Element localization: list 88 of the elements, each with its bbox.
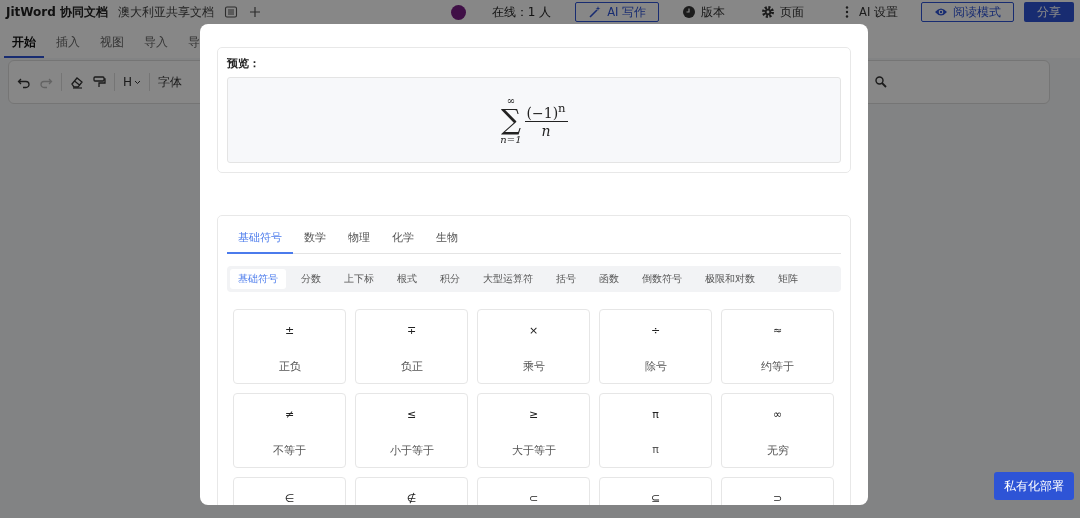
symbol-glyph: ≈	[772, 324, 783, 339]
symbol-glyph: ≠	[284, 408, 295, 423]
symbol-card[interactable]: ÷ 除号	[599, 309, 712, 384]
menu-tab[interactable]: 开始	[4, 35, 44, 58]
symbol-glyph: π	[652, 408, 659, 423]
category-tab[interactable]: 大型运算符	[475, 269, 541, 289]
symbol-glyph: ∓	[406, 324, 417, 339]
header-button[interactable]: 阅读模式	[921, 2, 1014, 22]
symbol-glyph: ∉	[406, 492, 417, 505]
symbol-glyph: ∞	[772, 408, 783, 423]
category-tab[interactable]: 积分	[432, 269, 468, 289]
symbol-label: 小于等于	[389, 443, 434, 458]
caret-icon	[134, 78, 142, 86]
symbol-label: 无穷	[766, 443, 789, 458]
header-button[interactable]: AI 写作	[575, 2, 660, 22]
subject-tab[interactable]: 生物	[425, 224, 469, 254]
header-button[interactable]: 分享	[1024, 2, 1074, 22]
symbol-card[interactable]: ≥ 大于等于	[477, 393, 590, 468]
symbol-card[interactable]: π π	[599, 393, 712, 468]
symbol-label: 除号	[644, 359, 667, 374]
symbol-glyph: ×	[528, 324, 539, 339]
category-tab[interactable]: 基础符号	[230, 269, 286, 289]
symbol-label: 大于等于	[511, 443, 556, 458]
symbol-label: π	[652, 443, 659, 456]
header-button[interactable]: 页面	[748, 2, 818, 22]
category-tab[interactable]: 函数	[591, 269, 627, 289]
category-tab[interactable]: 倒数符号	[634, 269, 690, 289]
clock-icon	[682, 5, 697, 19]
symbol-card[interactable]: ∈	[233, 477, 346, 505]
denominator: n	[541, 122, 551, 140]
subject-tab[interactable]: 数学	[293, 224, 337, 254]
category-tab[interactable]: 分数	[293, 269, 329, 289]
menu-tab[interactable]: 导入	[136, 35, 176, 58]
deploy-button[interactable]: 私有化部署	[994, 472, 1074, 500]
symbol-card[interactable]: ∞ 无穷	[721, 393, 834, 468]
symbol-card[interactable]: ∉	[355, 477, 468, 505]
numerator: (−1)$^{n}$	[524, 100, 568, 123]
wand-icon	[588, 5, 603, 19]
symbol-glyph: ⊂	[528, 492, 539, 505]
document-title[interactable]: 澳大利亚共享文档	[118, 3, 215, 21]
menu-tab[interactable]: 视图	[92, 35, 132, 58]
subject-tab[interactable]: 化学	[381, 224, 425, 254]
lower-limit: n=1	[500, 134, 522, 145]
symbol-label: 不等于	[273, 443, 306, 458]
symbol-card[interactable]: ≤ 小于等于	[355, 393, 468, 468]
category-tab[interactable]: 矩阵	[770, 269, 806, 289]
symbol-glyph: ±	[284, 324, 295, 339]
category-tab[interactable]: 极限和对数	[697, 269, 763, 289]
menu-tab[interactable]: 导	[180, 35, 208, 58]
font-dropdown[interactable]: 字体	[158, 73, 183, 91]
upper-limit: ∞	[506, 95, 516, 106]
symbol-glyph: ⊆	[650, 492, 661, 505]
preview-label: 预览：	[227, 56, 261, 71]
subject-tab[interactable]: 物理	[337, 224, 381, 254]
symbol-card[interactable]: × 乘号	[477, 309, 590, 384]
symbol-card[interactable]: ≠ 不等于	[233, 393, 346, 468]
symbol-label: 负正	[400, 359, 423, 374]
heading-dropdown[interactable]: H	[123, 75, 142, 89]
menu-tab[interactable]: 插入	[48, 35, 88, 58]
symbol-label: 正负	[278, 359, 301, 374]
symbol-label: 乘号	[522, 359, 545, 374]
eraser-icon[interactable]	[70, 75, 84, 89]
symbol-glyph: ≤	[406, 408, 417, 423]
symbol-card[interactable]: ⊃	[721, 477, 834, 505]
symbol-glyph: ≥	[528, 408, 539, 423]
settings-icon	[761, 5, 776, 19]
symbol-card[interactable]: ± 正负	[233, 309, 346, 384]
symbol-card[interactable]: ⊂	[477, 477, 590, 505]
outline-icon[interactable]	[224, 5, 239, 19]
symbol-glyph: ∈	[284, 492, 295, 505]
category-tab[interactable]: 根式	[389, 269, 425, 289]
header-button[interactable]: 版本	[669, 2, 739, 22]
user-avatar[interactable]	[450, 4, 466, 20]
symbol-card[interactable]: ≈ 约等于	[721, 309, 834, 384]
subject-tab[interactable]: 基础符号	[227, 224, 293, 254]
symbol-label: 约等于	[761, 359, 794, 374]
search-icon[interactable]	[874, 75, 888, 89]
app-title: JitWord 协同文档	[6, 3, 109, 21]
header-button[interactable]: AI 设置	[827, 2, 911, 22]
summation-sign: ∑	[500, 106, 521, 134]
category-tab[interactable]: 括号	[548, 269, 584, 289]
category-tab[interactable]: 上下标	[336, 269, 382, 289]
online-count: 在线：1 人	[491, 3, 552, 21]
symbol-card[interactable]: ∓ 负正	[355, 309, 468, 384]
symbol-glyph: ⊃	[772, 492, 783, 505]
symbol-card[interactable]: ⊆	[599, 477, 712, 505]
format-painter-icon[interactable]	[92, 75, 106, 89]
symbol-glyph: ÷	[650, 324, 661, 339]
